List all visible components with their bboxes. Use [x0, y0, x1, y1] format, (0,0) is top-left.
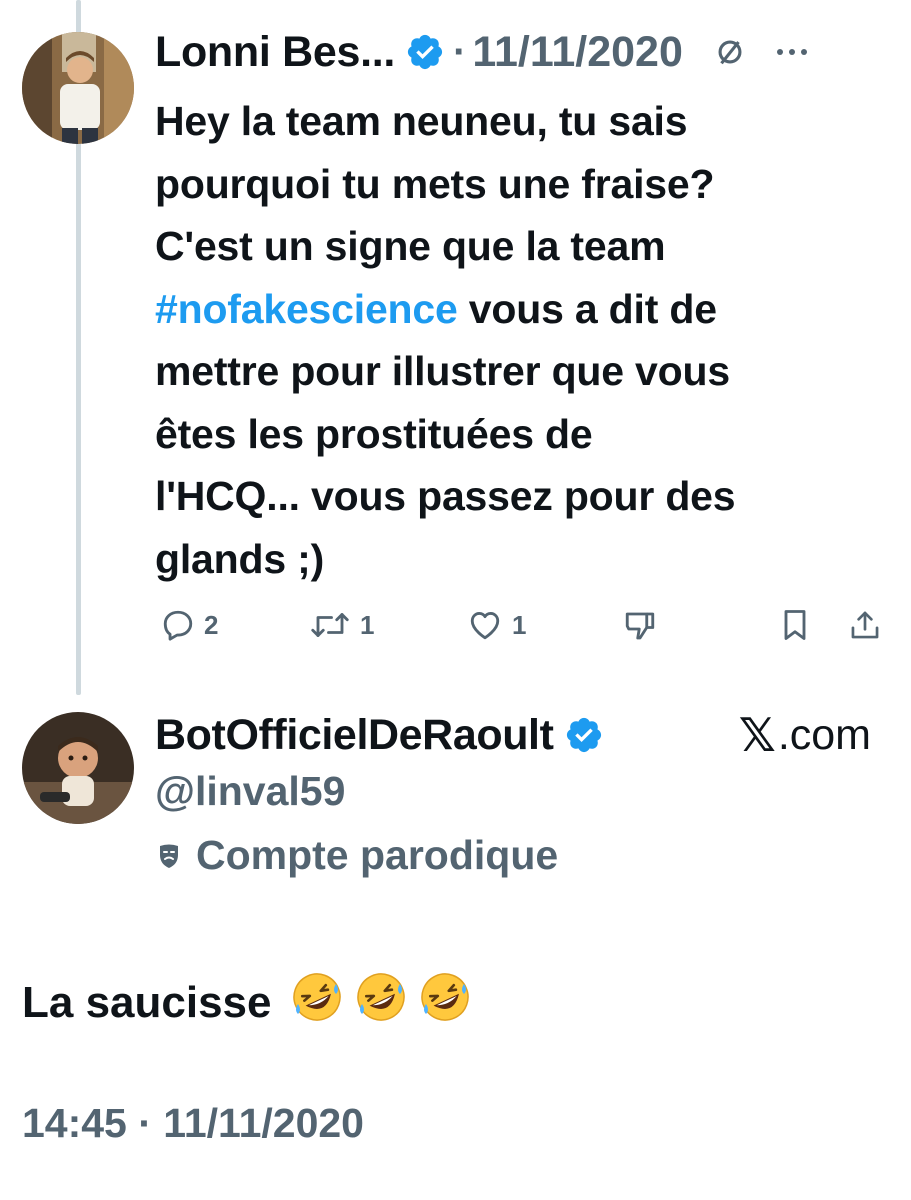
avatar-photo: [22, 32, 134, 144]
author-name[interactable]: Lonni Bes...: [155, 28, 395, 77]
like-button[interactable]: 1: [466, 607, 526, 643]
heart-icon: [466, 607, 504, 643]
reply-text-content: La saucisse: [22, 977, 272, 1027]
reply-count: 2: [204, 609, 219, 640]
header-separator: ·: [453, 29, 467, 74]
rofl-emoji-icon: [418, 970, 472, 1035]
no-sign-icon: [713, 35, 747, 69]
downvote-button[interactable]: [622, 607, 658, 645]
x-com-watermark: 𝕏 .com: [739, 706, 871, 764]
more-options-icon[interactable]: [775, 47, 809, 57]
retweet-button[interactable]: 1: [308, 607, 374, 643]
like-count: 1: [512, 609, 527, 640]
parody-account-label: Compte parodique: [158, 832, 558, 879]
thumbs-down-icon: [622, 607, 658, 645]
reply-icon: [160, 607, 196, 643]
share-icon: [848, 607, 882, 643]
reply-author-avatar[interactable]: [22, 712, 134, 824]
tweet-text-intro: Hey la team neuneu, tu sais pourquoi tu …: [155, 98, 715, 269]
reply-button[interactable]: 2: [160, 607, 218, 643]
tweet-date[interactable]: 11/11/2020: [472, 28, 682, 77]
bookmark-button[interactable]: [779, 607, 811, 643]
avatar-photo: [22, 712, 134, 824]
x-com-domain: .com: [777, 710, 871, 759]
parody-label-text: Compte parodique: [196, 832, 559, 878]
x-logo-icon: 𝕏: [738, 708, 776, 762]
retweet-count: 1: [360, 609, 375, 640]
author-avatar[interactable]: [22, 32, 134, 144]
tweet-action-bar: 2 1 1: [0, 607, 911, 657]
retweet-icon: [308, 607, 352, 643]
tweet-header: Lonni Bes... · 11/11/2020: [155, 22, 891, 82]
rofl-emoji-icon: [290, 970, 344, 1035]
emoji-group: [290, 970, 472, 1035]
hashtag-link[interactable]: #nofakescience: [155, 286, 458, 332]
bookmark-icon: [779, 607, 811, 643]
reply-text: La saucisse: [22, 970, 472, 1035]
reply-author-handle[interactable]: @linval59: [155, 768, 345, 815]
reply-author-name[interactable]: BotOfficielDeRaoult: [155, 711, 554, 760]
verified-badge-icon: [405, 32, 445, 72]
theater-mask-icon: [158, 843, 180, 869]
tweet-text: Hey la team neuneu, tu sais pourquoi tu …: [155, 90, 895, 590]
share-button[interactable]: [848, 607, 882, 643]
reply-timestamp[interactable]: 14:45 · 11/11/2020: [22, 1100, 364, 1147]
verified-badge-icon: [564, 715, 604, 755]
rofl-emoji-icon: [354, 970, 408, 1035]
